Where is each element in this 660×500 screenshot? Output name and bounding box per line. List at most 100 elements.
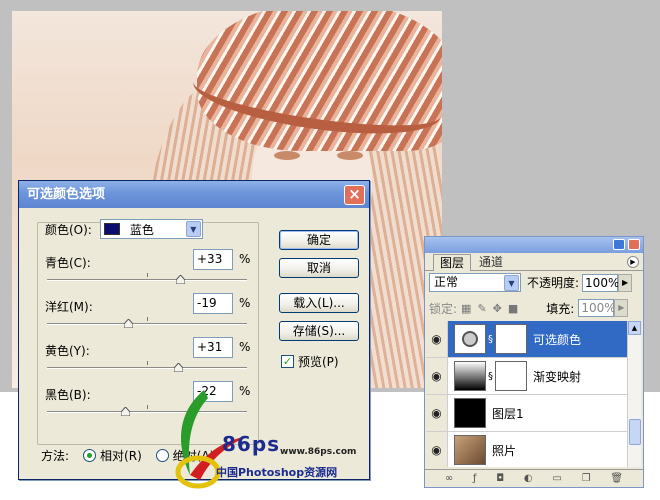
layer-row[interactable]: ◉ § 渐变映射 — [426, 358, 630, 395]
layer-list: ◉ § 可选颜色 ◉ § 渐变映射 ◉ 图层1 ◉ 照片 — [426, 321, 630, 467]
cyan-input[interactable]: +33 — [193, 249, 233, 270]
logo-number: 86ps — [222, 432, 281, 456]
fill-arrow-icon[interactable]: ▶ — [614, 299, 629, 317]
layers-panel: 图层 通道 ▶ 正常 ▼ 不透明度: 100% ▶ 锁定: ▦ ✎ ✥ ■ 填充… — [424, 236, 644, 488]
photo-eye-left — [274, 151, 300, 160]
color-swatch — [103, 223, 120, 235]
layer-mask-thumb — [495, 361, 527, 391]
link-icon: § — [488, 333, 493, 345]
load-button[interactable]: 载入(L)... — [279, 293, 359, 313]
layer-mask-thumb — [495, 324, 527, 354]
colors-row: 颜色(O): 蓝色 ▼ — [45, 219, 203, 239]
link-layers-icon[interactable]: ∞ — [445, 473, 453, 484]
layer-name: 图层1 — [492, 406, 524, 421]
magenta-input[interactable]: -19 — [193, 293, 233, 314]
ok-button[interactable]: 确定 — [279, 230, 359, 250]
panel-menu-icon[interactable]: ▶ — [627, 256, 639, 268]
eye-icon[interactable]: ◉ — [426, 395, 448, 431]
layer-row[interactable]: ◉ 图层1 — [426, 395, 630, 432]
colors-dropdown[interactable]: 蓝色 ▼ — [99, 219, 203, 239]
method-relative-radio[interactable] — [83, 449, 97, 462]
preview-label: 预览(P) — [298, 355, 339, 369]
photo-thumb — [454, 435, 486, 465]
layer-list-scrollbar[interactable]: ▲ — [627, 321, 641, 467]
yellow-input[interactable]: +31 — [193, 337, 233, 358]
yellow-track[interactable] — [47, 367, 247, 369]
layers-bottom-bar: ∞ ƒ ◘ ◐ ▭ ❐ 🗑 — [425, 469, 643, 487]
add-mask-icon[interactable]: ◘ — [496, 473, 504, 484]
opacity-arrow-icon[interactable]: ▶ — [618, 273, 633, 292]
colors-selected-value: 蓝色 — [129, 222, 154, 237]
layer-style-icon[interactable]: ƒ — [473, 473, 477, 484]
dialog-title: 可选颜色选项 — [27, 187, 106, 202]
tab-channels[interactable]: 通道 — [473, 254, 509, 271]
layers-panel-titlebar[interactable] — [425, 237, 643, 253]
cyan-center-tick — [147, 273, 148, 277]
layer-name: 照片 — [492, 443, 517, 458]
close-button[interactable]: × — [344, 185, 365, 205]
panel-tabs: 图层 通道 ▶ — [425, 253, 643, 271]
opacity-input[interactable]: 100% — [582, 273, 619, 292]
layer-name: 渐变映射 — [533, 369, 582, 384]
trash-icon[interactable]: 🗑 — [610, 473, 623, 484]
gradient-map-thumb — [454, 361, 486, 391]
cyan-slider-thumb[interactable] — [176, 275, 185, 284]
dialog-titlebar[interactable]: 可选颜色选项 × — [19, 181, 369, 208]
preview-option[interactable]: ✓ 预览(P) — [281, 353, 339, 370]
new-layer-icon[interactable]: ❐ — [582, 473, 591, 484]
slider-yellow: 黄色(Y): +31 % — [45, 337, 251, 381]
layer-thumb — [454, 398, 486, 428]
magenta-track[interactable] — [47, 323, 247, 325]
lock-paint-icon[interactable]: ✎ — [477, 302, 486, 315]
lock-label: 锁定: — [429, 301, 458, 316]
magenta-center-tick — [147, 317, 148, 321]
blend-mode-value: 正常 — [434, 275, 459, 289]
preview-checkbox[interactable]: ✓ — [281, 355, 294, 368]
fill-label: 填充: — [546, 301, 575, 316]
chevron-down-icon[interactable]: ▼ — [185, 221, 201, 237]
cyan-label: 青色(C): — [45, 256, 91, 270]
scroll-thumb[interactable] — [629, 419, 641, 445]
blend-opacity-row: 正常 ▼ 不透明度: 100% ▶ — [429, 273, 633, 292]
eye-icon[interactable]: ◉ — [426, 432, 448, 467]
save-button[interactable]: 存储(S)... — [279, 321, 359, 341]
lock-transparency-icon[interactable]: ▦ — [461, 302, 471, 315]
yellow-center-tick — [147, 361, 148, 365]
magenta-slider-thumb[interactable] — [124, 319, 133, 328]
blend-mode-dropdown[interactable]: 正常 ▼ — [429, 273, 521, 292]
fill-input[interactable]: 100% — [578, 299, 616, 317]
minimize-icon[interactable] — [613, 239, 625, 250]
tab-layers[interactable]: 图层 — [433, 254, 472, 271]
colors-label: 颜色(O): — [45, 222, 92, 237]
method-relative-label[interactable]: 相对(R) — [100, 447, 142, 464]
scroll-up-icon[interactable]: ▲ — [628, 321, 641, 335]
yellow-label: 黄色(Y): — [45, 344, 90, 358]
lock-all-icon[interactable]: ■ — [508, 302, 518, 315]
chevron-down-icon[interactable]: ▼ — [504, 275, 519, 291]
magenta-label: 洋红(M): — [45, 300, 93, 314]
black-center-tick — [147, 405, 148, 409]
logo-url: www.86ps.com — [280, 447, 357, 457]
black-slider-thumb[interactable] — [121, 407, 130, 416]
cancel-button[interactable]: 取消 — [279, 258, 359, 278]
yellow-slider-thumb[interactable] — [174, 363, 183, 372]
eye-icon[interactable]: ◉ — [426, 321, 448, 357]
layer-name: 可选颜色 — [533, 332, 582, 347]
lock-move-icon[interactable]: ✥ — [493, 302, 502, 315]
yellow-unit: % — [239, 340, 251, 354]
close-icon[interactable] — [628, 239, 640, 250]
logo-site-name: 中国Photoshop资源网 — [216, 466, 338, 479]
opacity-label: 不透明度: — [527, 276, 580, 290]
cyan-unit: % — [239, 252, 251, 266]
lock-fill-row: 锁定: ▦ ✎ ✥ ■ 填充: 100% ▶ — [429, 299, 629, 317]
adjustment-layer-icon[interactable]: ◐ — [524, 473, 533, 484]
photo-eye-right — [337, 151, 363, 160]
cyan-track[interactable] — [47, 279, 247, 281]
layer-row[interactable]: ◉ 照片 — [426, 432, 630, 467]
magenta-unit: % — [239, 296, 251, 310]
slider-magenta: 洋红(M): -19 % — [45, 293, 251, 337]
eye-icon[interactable]: ◉ — [426, 358, 448, 394]
new-group-icon[interactable]: ▭ — [552, 473, 561, 484]
layer-row[interactable]: ◉ § 可选颜色 — [426, 321, 630, 358]
adjustment-layer-thumb — [454, 324, 486, 354]
